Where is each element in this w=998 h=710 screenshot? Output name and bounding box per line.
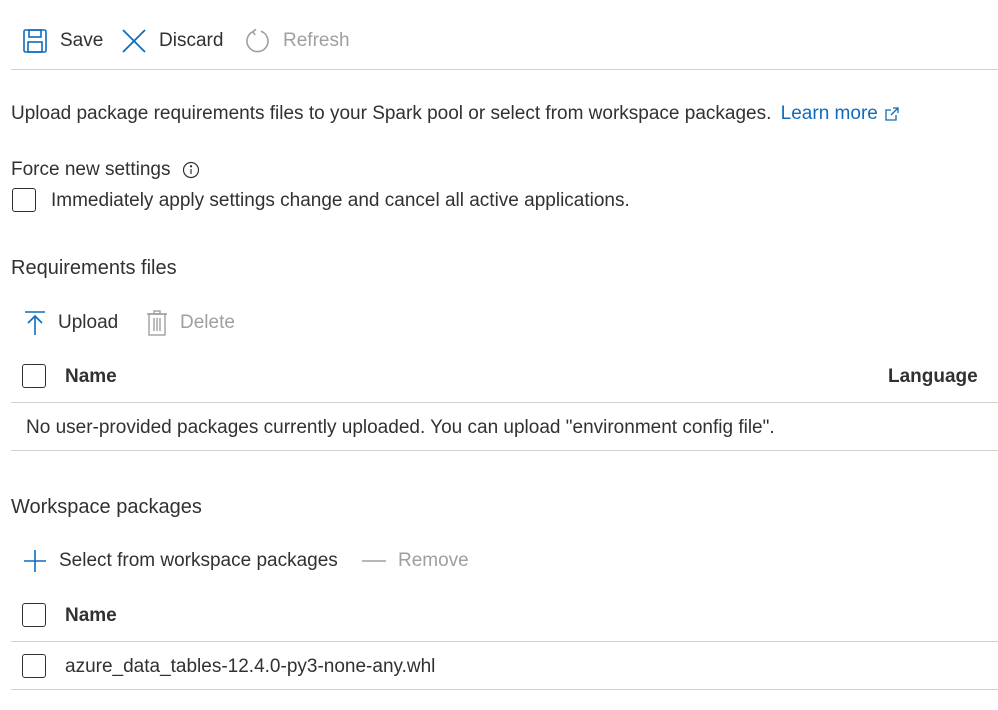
plus-icon — [23, 549, 47, 573]
save-label: Save — [60, 30, 104, 51]
requirements-language-header[interactable]: Language — [888, 366, 978, 388]
workspace-name-header[interactable]: Name — [65, 605, 117, 627]
refresh-icon — [245, 28, 271, 54]
remove-label: Remove — [398, 550, 469, 571]
info-icon[interactable] — [182, 161, 200, 179]
workspace-title: Workspace packages — [11, 496, 202, 518]
minus-icon — [362, 549, 386, 573]
requirements-title: Requirements files — [11, 257, 177, 279]
force-settings-checkbox[interactable] — [12, 188, 36, 212]
select-workspace-packages-label: Select from workspace packages — [59, 550, 338, 571]
workspace-package-name: azure_data_tables-12.4.0-py3-none-any.wh… — [65, 656, 436, 677]
select-workspace-packages-button[interactable]: Select from workspace packages — [23, 549, 338, 573]
external-link-icon — [884, 106, 900, 122]
force-settings-label-row: Force new settings — [11, 159, 200, 181]
learn-more-link[interactable]: Learn more — [781, 103, 900, 125]
save-button[interactable]: Save — [22, 28, 103, 54]
delete-button[interactable]: Delete — [146, 310, 235, 336]
intro-text: Upload package requirements files to you… — [11, 103, 772, 124]
upload-button[interactable]: Upload — [24, 310, 118, 336]
workspace-bottom-divider — [11, 689, 998, 690]
learn-more-label: Learn more — [780, 103, 878, 124]
close-icon — [121, 28, 147, 54]
save-icon — [22, 28, 48, 54]
workspace-header-divider — [11, 641, 998, 642]
requirements-bottom-divider — [11, 450, 998, 451]
discard-button[interactable]: Discard — [121, 28, 223, 54]
discard-label: Discard — [159, 30, 224, 51]
refresh-button[interactable]: Refresh — [245, 28, 350, 54]
force-settings-checkbox-label: Immediately apply settings change and ca… — [51, 190, 630, 211]
remove-button[interactable]: Remove — [362, 549, 469, 573]
delete-label: Delete — [180, 312, 235, 333]
upload-arrow-icon — [24, 310, 46, 336]
requirements-name-header[interactable]: Name — [65, 366, 117, 388]
force-settings-label: Force new settings — [11, 159, 171, 180]
requirements-empty-message: No user-provided packages currently uplo… — [26, 417, 775, 438]
workspace-select-all-checkbox[interactable] — [22, 603, 46, 627]
requirements-select-all-checkbox[interactable] — [22, 364, 46, 388]
trash-icon — [146, 310, 168, 336]
workspace-row-checkbox[interactable] — [22, 654, 46, 678]
intro-description: Upload package requirements files to you… — [11, 103, 900, 125]
upload-label: Upload — [58, 312, 119, 333]
toolbar-divider — [11, 69, 998, 70]
requirements-header-divider — [11, 402, 998, 403]
refresh-label: Refresh — [283, 30, 350, 51]
